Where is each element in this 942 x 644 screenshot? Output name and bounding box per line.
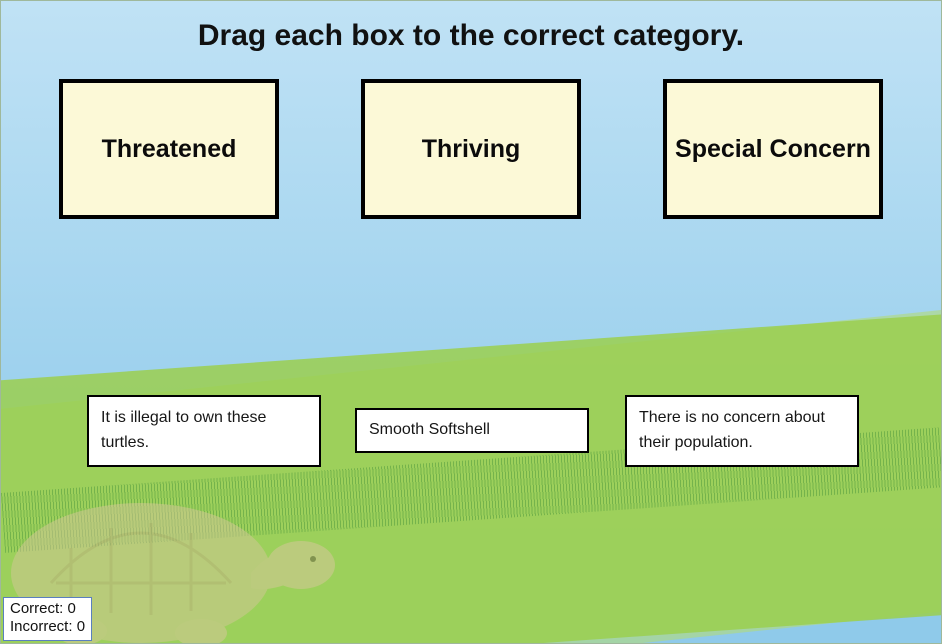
draggable-card[interactable]: There is no concern about their populati…	[625, 395, 859, 467]
card-text: There is no concern about their populati…	[639, 409, 825, 451]
draggable-card[interactable]: Smooth Softshell	[355, 408, 589, 453]
score-incorrect-row: Incorrect: 0	[10, 618, 85, 637]
drop-zone-threatened[interactable]: Threatened	[59, 79, 279, 219]
score-correct-value: 0	[68, 600, 76, 617]
drop-zone-label: Special Concern	[675, 135, 871, 164]
card-text: Smooth Softshell	[369, 421, 490, 438]
card-text: It is illegal to own these turtles.	[101, 409, 266, 451]
score-correct-row: Correct: 0	[10, 600, 85, 619]
drop-zone-label: Threatened	[102, 135, 237, 164]
game-stage: Drag each box to the correct category. T…	[0, 0, 942, 644]
score-incorrect-value: 0	[77, 618, 85, 635]
draggable-card[interactable]: It is illegal to own these turtles.	[87, 395, 321, 467]
instructions-title: Drag each box to the correct category.	[1, 19, 941, 53]
score-correct-label: Correct:	[10, 600, 63, 617]
score-incorrect-label: Incorrect:	[10, 618, 73, 635]
drop-zone-thriving[interactable]: Thriving	[361, 79, 581, 219]
drop-zone-label: Thriving	[422, 135, 521, 164]
score-box: Correct: 0 Incorrect: 0	[3, 597, 92, 642]
drop-zone-special-concern[interactable]: Special Concern	[663, 79, 883, 219]
